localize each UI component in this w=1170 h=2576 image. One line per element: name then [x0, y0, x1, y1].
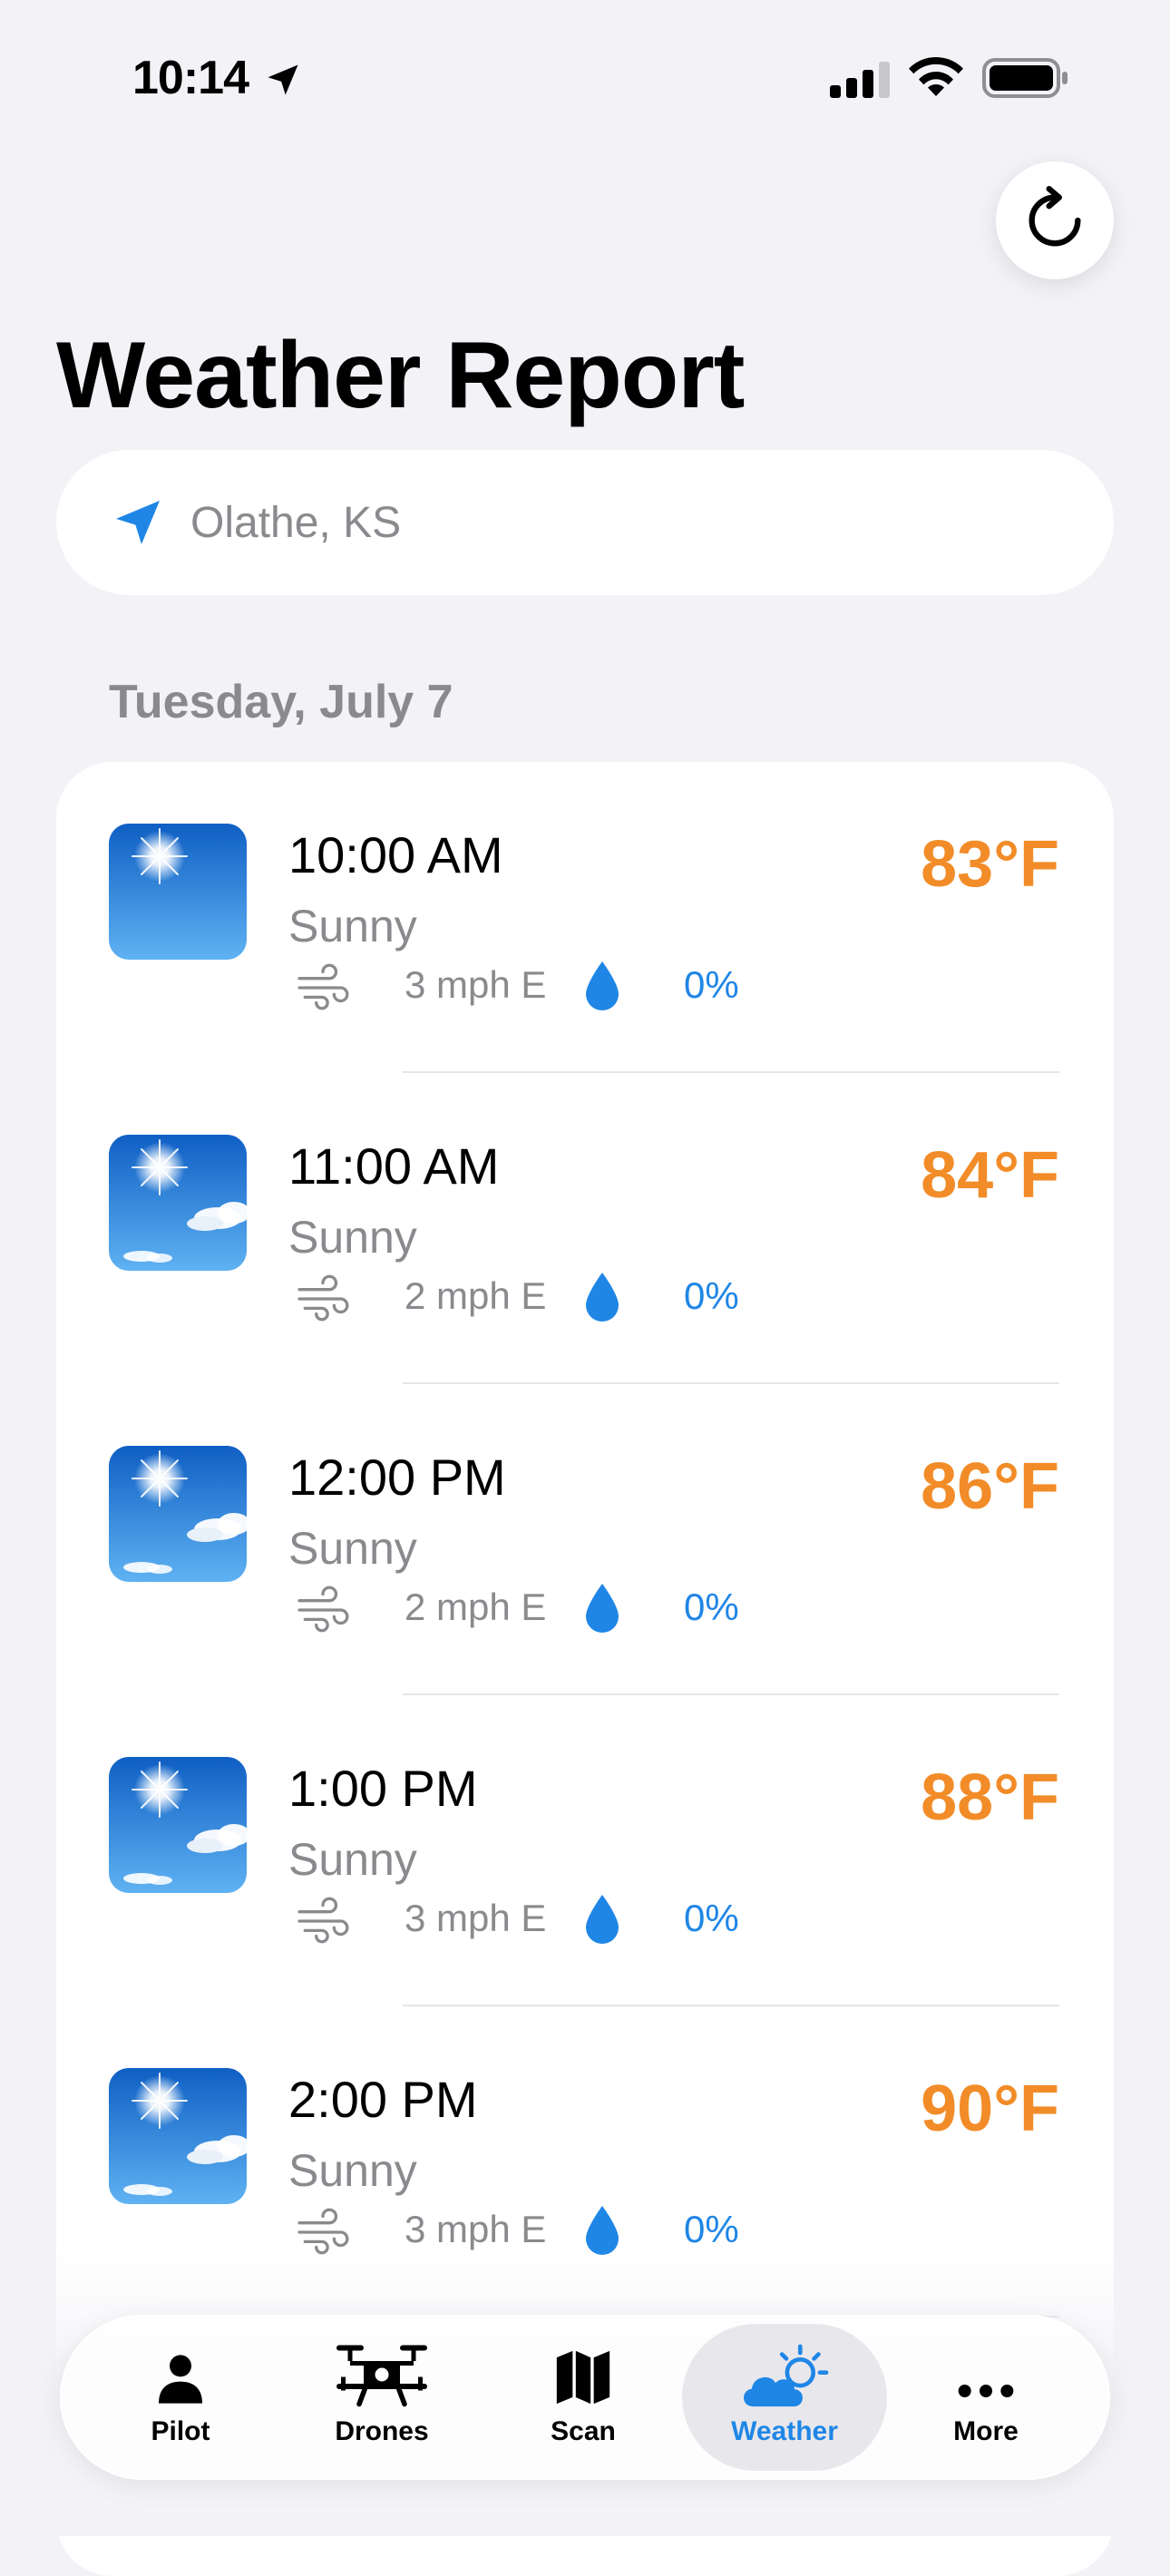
tab-weather[interactable]: Weather	[682, 2324, 887, 2471]
forecast-temp: 86°F	[921, 1450, 1059, 1523]
location-input[interactable]	[189, 496, 1009, 549]
location-arrow-icon	[116, 501, 160, 544]
refresh-icon	[1029, 186, 1081, 247]
forecast-precip: 0%	[684, 1586, 739, 1628]
location-field[interactable]	[56, 450, 1114, 595]
drone-icon	[336, 2345, 427, 2407]
forecast-temp: 88°F	[921, 1761, 1059, 1834]
sunny-cloud-icon	[109, 2068, 247, 2204]
forecast-row[interactable]: 1:00 PM Sunny 3 mph E 0% 88°F	[56, 1695, 1114, 2006]
sunny-cloud-icon	[109, 1757, 247, 1893]
page-title: Weather Report	[56, 323, 745, 428]
ellipsis-icon	[958, 2385, 1014, 2397]
forecast-condition: Sunny	[288, 1834, 417, 1885]
tab-label: Pilot	[151, 2416, 210, 2446]
wind-icon	[297, 963, 349, 1010]
raindrop-icon	[586, 1895, 619, 1944]
forecast-time: 1:00 PM	[288, 1760, 478, 1817]
forecast-precip: 0%	[684, 1274, 739, 1317]
forecast-time: 12:00 PM	[288, 1449, 506, 1506]
sunny-cloud-icon	[109, 1135, 247, 1271]
sunny-icon	[109, 824, 247, 960]
refresh-button[interactable]	[996, 161, 1114, 279]
status-bar: 10:14	[0, 0, 1170, 154]
tab-label: Scan	[551, 2416, 616, 2446]
raindrop-icon	[586, 961, 619, 1010]
tab-label: Weather	[731, 2416, 838, 2446]
forecast-date: Tuesday, July 7	[109, 676, 453, 728]
weather-thumbnail	[109, 1135, 247, 1271]
forecast-condition: Sunny	[288, 901, 417, 951]
wind-icon	[297, 2208, 349, 2255]
status-time: 10:14	[132, 52, 249, 104]
wind-icon	[297, 1274, 349, 1322]
wind-icon	[297, 1586, 349, 1633]
map-icon	[556, 2350, 610, 2405]
tab-more[interactable]: More	[883, 2324, 1088, 2471]
wind-icon	[297, 1897, 349, 1944]
weather-thumbnail	[109, 1446, 247, 1582]
forecast-condition: Sunny	[288, 1212, 417, 1263]
cellular-signal-icon	[830, 62, 890, 98]
forecast-condition: Sunny	[288, 2145, 417, 2196]
location-arrow-icon	[268, 64, 298, 95]
weather-thumbnail	[109, 824, 247, 960]
forecast-wind: 3 mph E	[405, 2208, 547, 2250]
forecast-precip: 0%	[684, 963, 739, 1006]
tab-scan[interactable]: Scan	[481, 2324, 686, 2471]
person-icon	[159, 2355, 202, 2404]
weather-thumbnail	[109, 2068, 247, 2204]
forecast-wind: 2 mph E	[405, 1274, 547, 1317]
forecast-temp: 90°F	[921, 2073, 1059, 2145]
raindrop-icon	[586, 1584, 619, 1633]
forecast-row[interactable]: 12:00 PM Sunny 2 mph E 0% 86°F	[56, 1384, 1114, 1695]
forecast-condition: Sunny	[288, 1523, 417, 1574]
cloud-sun-icon	[743, 2344, 829, 2407]
tab-pilot[interactable]: Pilot	[78, 2324, 283, 2471]
forecast-wind: 2 mph E	[405, 1586, 547, 1628]
forecast-time: 2:00 PM	[288, 2071, 478, 2128]
forecast-time: 11:00 AM	[288, 1137, 500, 1195]
sunny-cloud-icon	[109, 1446, 247, 1582]
tab-drones[interactable]: Drones	[279, 2324, 484, 2471]
forecast-precip: 0%	[684, 1897, 739, 1939]
wifi-icon	[909, 57, 963, 96]
battery-icon	[982, 58, 1068, 98]
forecast-temp: 83°F	[921, 828, 1059, 901]
forecast-time: 10:00 AM	[288, 826, 503, 883]
raindrop-icon	[586, 1273, 619, 1322]
tab-label: Drones	[335, 2416, 429, 2446]
forecast-row[interactable]: 11:00 AM Sunny 2 mph E 0% 84°F	[56, 1073, 1114, 1384]
forecast-wind: 3 mph E	[405, 963, 547, 1006]
forecast-temp: 84°F	[921, 1139, 1059, 1212]
weather-thumbnail	[109, 1757, 247, 1893]
tab-label: More	[953, 2416, 1019, 2446]
forecast-precip: 0%	[684, 2208, 739, 2250]
forecast-row[interactable]: 10:00 AM Sunny 3 mph E 0% 83°F	[56, 762, 1114, 1073]
forecast-wind: 3 mph E	[405, 1897, 547, 1939]
tab-bar: Pilot Drones Scan Weather More	[60, 2315, 1110, 2480]
